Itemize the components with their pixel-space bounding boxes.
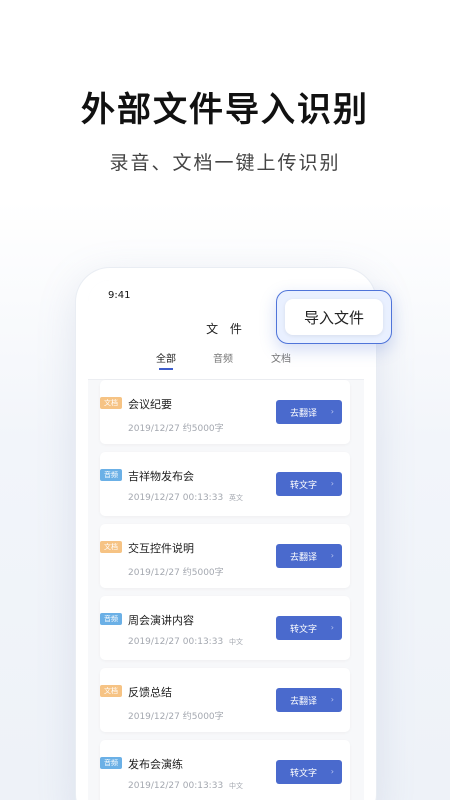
transcribe-button[interactable]: 转文字 › <box>276 616 342 640</box>
item-meta: 2019/12/27 00:13:33 中文 <box>128 637 243 647</box>
item-language: 中文 <box>229 638 244 646</box>
list-item[interactable]: 文档 会议纪要 2019/12/27 约5000字 去翻译 › <box>100 380 350 444</box>
list-item[interactable]: 音频 吉祥物发布会 2019/12/27 00:13:33 英文 转文字 › <box>100 452 350 516</box>
button-label: 去翻译 <box>290 408 318 419</box>
tab-audio[interactable]: 音频 <box>213 350 233 365</box>
item-meta: 2019/12/27 00:13:33 中文 <box>128 781 243 791</box>
button-label: 转文字 <box>290 624 318 635</box>
tab-all[interactable]: 全部 <box>156 350 176 370</box>
chevron-right-icon: › <box>330 479 334 488</box>
translate-button[interactable]: 去翻译 › <box>276 544 342 568</box>
list-item[interactable]: 音频 发布会演练 2019/12/27 00:13:33 中文 转文字 › <box>100 740 350 800</box>
item-date: 2019/12/27 <box>128 781 180 791</box>
button-label: 去翻译 <box>290 696 318 707</box>
item-meta: 2019/12/27 约5000字 <box>128 709 224 722</box>
tab-bar: 全部 音频 文档 <box>88 350 364 370</box>
item-title: 吉祥物发布会 <box>128 470 194 483</box>
translate-button[interactable]: 去翻译 › <box>276 400 342 424</box>
item-length: 约5000字 <box>182 424 224 434</box>
audio-type-badge: 音频 <box>100 469 122 481</box>
file-type-badge: 文档 <box>100 541 122 553</box>
button-label: 转文字 <box>290 768 318 779</box>
item-date: 2019/12/27 <box>128 568 180 578</box>
item-title: 周会演讲内容 <box>128 614 194 627</box>
hero-title: 外部文件导入识别 <box>81 90 369 130</box>
item-language: 中文 <box>229 782 244 790</box>
item-length: 约5000字 <box>182 712 224 722</box>
status-time: 9:41 <box>108 290 131 301</box>
list-item[interactable]: 文档 交互控件说明 2019/12/27 约5000字 去翻译 › <box>100 524 350 588</box>
chevron-right-icon: › <box>330 695 334 704</box>
list-item[interactable]: 音频 周会演讲内容 2019/12/27 00:13:33 中文 转文字 › <box>100 596 350 660</box>
item-duration: 00:13:33 <box>182 637 224 647</box>
item-duration: 00:13:33 <box>182 493 224 503</box>
item-title: 发布会演练 <box>128 758 183 771</box>
file-type-badge: 文档 <box>100 397 122 409</box>
import-callout: 导入文件 <box>276 290 392 344</box>
list-item[interactable]: 文档 反馈总结 2019/12/27 约5000字 去翻译 › <box>100 668 350 732</box>
item-date: 2019/12/27 <box>128 493 180 503</box>
item-duration: 00:13:33 <box>182 781 224 791</box>
transcribe-button[interactable]: 转文字 › <box>276 472 342 496</box>
file-type-badge: 文档 <box>100 685 122 697</box>
translate-button[interactable]: 去翻译 › <box>276 688 342 712</box>
tab-documents[interactable]: 文档 <box>271 350 291 365</box>
item-title: 交互控件说明 <box>128 542 194 555</box>
item-length: 约5000字 <box>182 568 224 578</box>
import-file-button[interactable]: 导入文件 <box>285 299 383 335</box>
item-meta: 2019/12/27 约5000字 <box>128 565 224 578</box>
audio-type-badge: 音频 <box>100 757 122 769</box>
audio-type-badge: 音频 <box>100 613 122 625</box>
item-meta: 2019/12/27 00:13:33 英文 <box>128 493 243 503</box>
item-date: 2019/12/27 <box>128 712 180 722</box>
transcribe-button[interactable]: 转文字 › <box>276 760 342 784</box>
item-title: 会议纪要 <box>128 398 172 411</box>
item-language: 英文 <box>229 494 244 502</box>
chevron-right-icon: › <box>330 767 334 776</box>
chevron-right-icon: › <box>330 623 334 632</box>
item-date: 2019/12/27 <box>128 424 180 434</box>
chevron-right-icon: › <box>330 551 334 560</box>
item-meta: 2019/12/27 约5000字 <box>128 421 224 434</box>
chevron-right-icon: › <box>330 407 334 416</box>
button-label: 去翻译 <box>290 552 318 563</box>
hero-subtitle: 录音、文档一键上传识别 <box>109 152 341 174</box>
item-date: 2019/12/27 <box>128 637 180 647</box>
item-title: 反馈总结 <box>128 686 172 699</box>
button-label: 转文字 <box>290 480 318 491</box>
